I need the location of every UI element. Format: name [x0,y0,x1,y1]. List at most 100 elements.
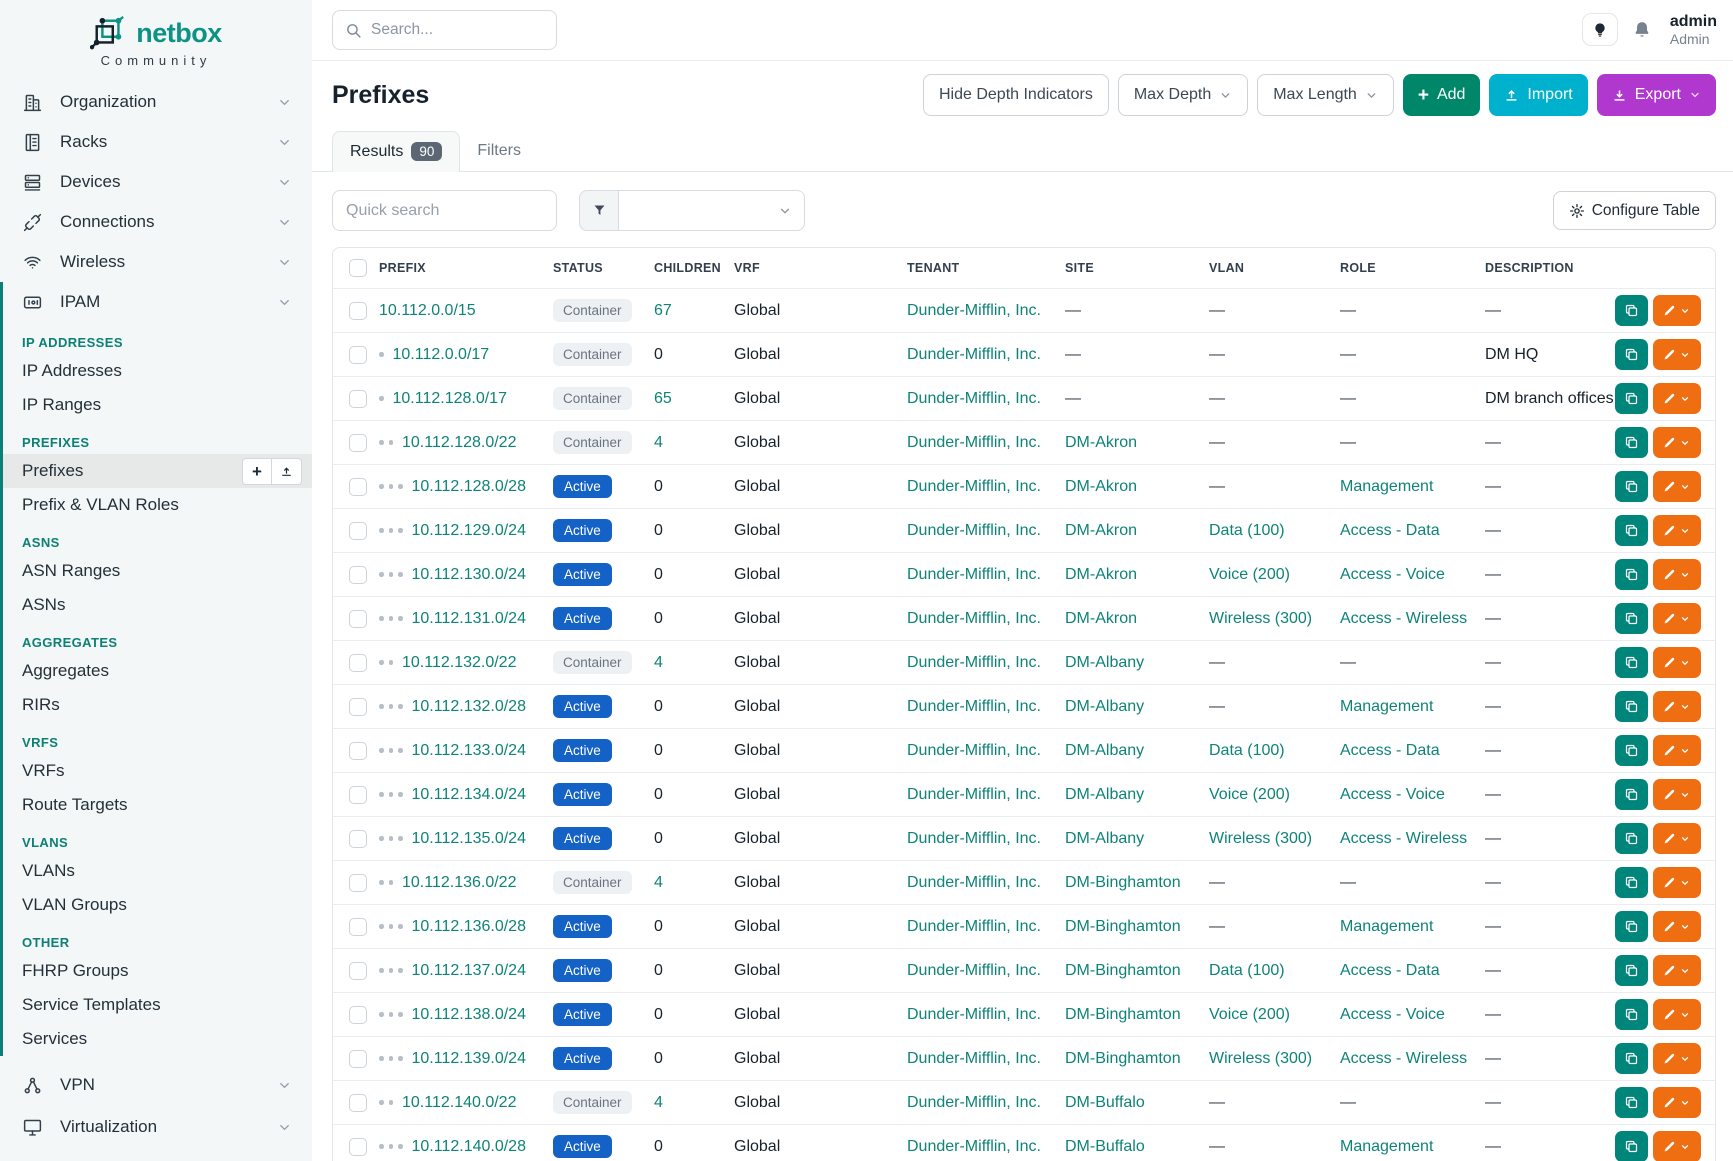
prefix-link[interactable]: 10.112.139.0/24 [412,1050,526,1068]
tab-filters[interactable]: Filters [460,132,538,171]
row-checkbox[interactable] [349,698,367,716]
sidebar-item-virtualization[interactable]: Virtualization [0,1106,312,1148]
tenant-link[interactable]: Dunder-Mifflin, Inc. [907,1006,1041,1023]
vlan-link[interactable]: Data (100) [1209,962,1285,979]
clone-button[interactable] [1615,471,1648,502]
site-link[interactable]: DM-Albany [1065,654,1144,671]
site-link[interactable]: DM-Binghamton [1065,1050,1181,1067]
vlan-link[interactable]: Wireless (300) [1209,1050,1312,1067]
sidebar-item-ipam[interactable]: IPAM [3,282,312,322]
clone-button[interactable] [1615,735,1648,766]
tenant-link[interactable]: Dunder-Mifflin, Inc. [907,610,1041,627]
row-checkbox[interactable] [349,1006,367,1024]
theme-toggle-button[interactable] [1582,13,1618,46]
column-header-description[interactable]: DESCRIPTION [1485,261,1615,275]
clone-button[interactable] [1615,515,1648,546]
sidebar-item-asn-ranges[interactable]: ASN Ranges [3,554,312,588]
tenant-link[interactable]: Dunder-Mifflin, Inc. [907,566,1041,583]
column-header-tenant[interactable]: TENANT [907,261,1065,275]
site-link[interactable]: DM-Binghamton [1065,874,1181,891]
sidebar-item-vlan-groups[interactable]: VLAN Groups [3,888,312,922]
user-menu[interactable]: admin Admin [1666,13,1717,47]
row-checkbox[interactable] [349,302,367,320]
row-checkbox[interactable] [349,566,367,584]
edit-button[interactable] [1653,779,1701,810]
children-count-link[interactable]: 4 [654,874,663,891]
role-link[interactable]: Access - Data [1340,522,1440,539]
site-link[interactable]: DM-Binghamton [1065,962,1181,979]
column-header-vrf[interactable]: VRF [734,261,907,275]
sidebar-item-wireless[interactable]: Wireless [0,242,312,282]
quick-search[interactable] [332,190,557,231]
sidebar-item-vrfs[interactable]: VRFs [3,754,312,788]
site-link[interactable]: DM-Akron [1065,434,1137,451]
column-header-children[interactable]: CHILDREN [654,261,734,275]
tab-results[interactable]: Results90 [332,131,460,172]
edit-button[interactable] [1653,471,1701,502]
vlan-link[interactable]: Voice (200) [1209,1006,1290,1023]
tenant-link[interactable]: Dunder-Mifflin, Inc. [907,962,1041,979]
role-link[interactable]: Access - Voice [1340,1006,1445,1023]
row-checkbox[interactable] [349,654,367,672]
brand[interactable]: netbox Community [0,0,312,68]
prefix-link[interactable]: 10.112.0.0/17 [393,346,490,364]
prefix-link[interactable]: 10.112.140.0/28 [412,1138,526,1156]
role-link[interactable]: Access - Wireless [1340,1050,1467,1067]
row-checkbox[interactable] [349,918,367,936]
tenant-link[interactable]: Dunder-Mifflin, Inc. [907,786,1041,803]
clone-button[interactable] [1615,647,1648,678]
site-link[interactable]: DM-Akron [1065,566,1137,583]
role-link[interactable]: Access - Wireless [1340,610,1467,627]
edit-button[interactable] [1653,427,1701,458]
prefix-link[interactable]: 10.112.130.0/24 [412,566,526,584]
sidebar-item-services[interactable]: Services [3,1022,312,1056]
prefix-link[interactable]: 10.112.134.0/24 [412,786,526,804]
hide-depth-indicators-button[interactable]: Hide Depth Indicators [923,74,1109,116]
row-checkbox[interactable] [349,742,367,760]
max-depth-dropdown[interactable]: Max Depth [1118,74,1248,116]
row-checkbox[interactable] [349,434,367,452]
edit-button[interactable] [1653,647,1701,678]
column-header-vlan[interactable]: VLAN [1209,261,1340,275]
row-checkbox[interactable] [349,610,367,628]
role-link[interactable]: Management [1340,918,1433,935]
role-link[interactable]: Management [1340,1138,1433,1155]
max-length-dropdown[interactable]: Max Length [1257,74,1394,116]
sidebar-item-ip-ranges[interactable]: IP Ranges [3,388,312,422]
sidebar-item-service-templates[interactable]: Service Templates [3,988,312,1022]
notifications-bell-icon[interactable] [1632,20,1652,40]
role-link[interactable]: Access - Voice [1340,786,1445,803]
select-all-checkbox[interactable] [349,259,367,277]
children-count-link[interactable]: 65 [654,390,672,407]
prefix-link[interactable]: 10.112.133.0/24 [412,742,526,760]
sidebar-item-rirs[interactable]: RIRs [3,688,312,722]
site-link[interactable]: DM-Buffalo [1065,1138,1145,1155]
export-button[interactable]: Export [1597,74,1716,116]
edit-button[interactable] [1653,339,1701,370]
edit-button[interactable] [1653,691,1701,722]
saved-filter-select[interactable] [619,190,805,231]
row-checkbox[interactable] [349,786,367,804]
sidebar-item-racks[interactable]: Racks [0,122,312,162]
prefix-link[interactable]: 10.112.131.0/24 [412,610,526,628]
prefix-link[interactable]: 10.112.138.0/24 [412,1006,526,1024]
role-link[interactable]: Access - Wireless [1340,830,1467,847]
global-search[interactable] [332,10,557,50]
search-input[interactable] [371,21,531,39]
children-count-link[interactable]: 4 [654,1094,663,1111]
edit-button[interactable] [1653,999,1701,1030]
row-checkbox[interactable] [349,830,367,848]
site-link[interactable]: DM-Akron [1065,478,1137,495]
sidebar-item-prefix-vlan-roles[interactable]: Prefix & VLAN Roles [3,488,312,522]
edit-button[interactable] [1653,383,1701,414]
prefix-link[interactable]: 10.112.0.0/15 [379,302,476,320]
prefix-link[interactable]: 10.112.136.0/22 [402,874,516,892]
column-header-site[interactable]: SITE [1065,261,1209,275]
prefix-link[interactable]: 10.112.136.0/28 [412,918,526,936]
edit-button[interactable] [1653,1131,1701,1161]
prefix-link[interactable]: 10.112.128.0/22 [402,434,516,452]
site-link[interactable]: DM-Albany [1065,698,1144,715]
sidebar-item-devices[interactable]: Devices [0,162,312,202]
role-link[interactable]: Access - Data [1340,962,1440,979]
edit-button[interactable] [1653,603,1701,634]
